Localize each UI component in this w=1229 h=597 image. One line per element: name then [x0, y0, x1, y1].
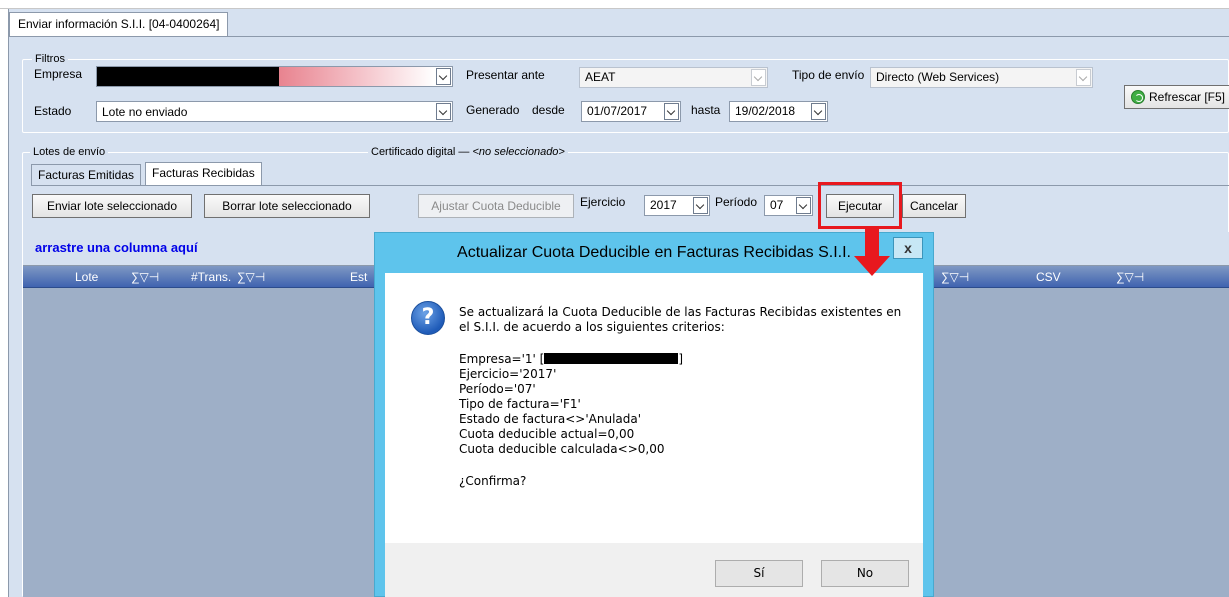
hasta-date-field[interactable]: 19/02/2018: [729, 101, 828, 122]
chevron-down-icon[interactable]: [436, 68, 451, 85]
hasta-label: hasta: [691, 103, 721, 117]
cert-legend: Certificado digital — <no seleccionado>: [368, 146, 568, 158]
empresa-combo[interactable]: [96, 66, 453, 87]
dialog-message-line-1: Se actualizará la Cuota Deducible de las…: [459, 305, 902, 319]
presentar-label: Presentar ante: [466, 68, 545, 82]
tab-facturas-recibidas[interactable]: Facturas Recibidas: [145, 162, 262, 186]
chevron-down-icon[interactable]: [1076, 69, 1091, 86]
dialog-footer: Sí No: [385, 543, 923, 597]
generado-label: Generado: [466, 103, 520, 117]
estado-value: Lote no enviado: [102, 105, 188, 119]
dialog-body: ? Se actualizará la Cuota Deducible de l…: [385, 273, 923, 543]
criteria-empresa-prefix: Empresa='1' [: [459, 352, 545, 366]
chevron-down-icon[interactable]: [436, 103, 451, 120]
chevron-down-icon[interactable]: [693, 197, 708, 214]
subtab-strip-line: [31, 185, 1229, 186]
empresa-redacted-value: [97, 67, 279, 86]
refresh-button-label: Refrescar [F5]: [1149, 90, 1226, 104]
criteria-estado-factura: Estado de factura<>'Anulada': [459, 412, 642, 426]
ejercicio-value: 2017: [650, 198, 677, 212]
top-border: [0, 0, 1229, 9]
refresh-icon: [1131, 90, 1145, 104]
tipo-envio-label: Tipo de envío: [792, 68, 865, 82]
criteria-periodo: Período='07': [459, 382, 536, 396]
ejercicio-combo[interactable]: 2017: [644, 195, 710, 216]
tab-strip-line: [9, 36, 1229, 37]
desde-label: desde: [532, 103, 565, 117]
column-trans[interactable]: #Trans.: [191, 269, 231, 285]
column-tools-icon[interactable]: ∑▽⊣: [237, 269, 265, 285]
criteria-tipo-factura: Tipo de factura='F1': [459, 397, 581, 411]
column-tools-icon[interactable]: ∑▽⊣: [131, 269, 159, 285]
refresh-button[interactable]: Refrescar [F5]: [1124, 85, 1229, 109]
empresa-label: Empresa: [34, 67, 83, 81]
criteria-empresa-suffix: ]: [678, 352, 684, 366]
cert-value: <no seleccionado>: [472, 146, 565, 158]
calendar-dropdown-icon[interactable]: [664, 103, 679, 120]
document-tab[interactable]: Enviar información S.I.I. [04-0400264]: [9, 12, 229, 36]
lotes-legend: Lotes de envío: [30, 146, 109, 158]
criteria-cuota-actual: Cuota deducible actual=0,00: [459, 427, 635, 441]
close-icon[interactable]: x: [893, 237, 923, 259]
criteria-ejercicio: Ejercicio='2017': [459, 367, 557, 381]
chevron-down-icon[interactable]: [751, 69, 766, 86]
group-by-hint: arrastre una columna aquí: [35, 240, 198, 255]
ejercicio-label: Ejercicio: [580, 195, 626, 209]
calendar-dropdown-icon[interactable]: [811, 103, 826, 120]
tab-facturas-emitidas[interactable]: Facturas Emitidas: [31, 164, 142, 186]
column-tools-icon[interactable]: ∑▽⊣: [941, 269, 969, 285]
borrar-lote-button[interactable]: Borrar lote seleccionado: [204, 194, 370, 218]
chevron-down-icon[interactable]: [796, 197, 811, 214]
periodo-value: 07: [770, 198, 784, 212]
highlight-arrow-icon: [854, 256, 890, 276]
desde-date-field[interactable]: 01/07/2017: [581, 101, 681, 122]
ajustar-cuota-button[interactable]: Ajustar Cuota Deducible: [418, 194, 574, 218]
dialog-title: Actualizar Cuota Deducible en Facturas R…: [457, 244, 851, 261]
redacted-company-name: [544, 353, 679, 364]
criteria-empresa: Empresa='1' []: [459, 352, 683, 367]
tipo-envio-combo[interactable]: Directo (Web Services): [870, 67, 1093, 88]
column-estado[interactable]: Est: [350, 269, 367, 285]
hasta-value: 19/02/2018: [735, 104, 796, 118]
tipo-envio-value: Directo (Web Services): [876, 70, 1000, 84]
cert-label: Certificado digital: [371, 146, 456, 158]
presentar-value: AEAT: [585, 70, 616, 84]
confirm-dialog: Actualizar Cuota Deducible en Facturas R…: [374, 232, 934, 597]
yes-button[interactable]: Sí: [715, 560, 803, 587]
presentar-combo[interactable]: AEAT: [579, 67, 768, 88]
column-tools-icon[interactable]: ∑▽⊣: [1116, 269, 1144, 285]
estado-label: Estado: [34, 104, 72, 118]
periodo-label: Período: [715, 195, 758, 209]
cancelar-button[interactable]: Cancelar: [902, 194, 966, 218]
criteria-cuota-calculada: Cuota deducible calculada<>0,00: [459, 442, 665, 456]
column-lote[interactable]: Lote: [75, 269, 98, 285]
column-csv[interactable]: CSV: [1036, 269, 1061, 285]
highlight-arrow-shaft: [865, 228, 879, 258]
desde-value: 01/07/2017: [587, 104, 648, 118]
periodo-combo[interactable]: 07: [764, 195, 813, 216]
confirm-question: ¿Confirma?: [459, 474, 527, 488]
question-icon: ?: [411, 301, 445, 335]
empresa-highlight: [279, 67, 434, 86]
highlight-box: [818, 182, 902, 229]
filters-legend: Filtros: [32, 53, 68, 65]
estado-combo[interactable]: Lote no enviado: [96, 101, 453, 122]
enviar-lote-button[interactable]: Enviar lote seleccionado: [32, 194, 192, 218]
dialog-message-line-2: el S.I.I. de acuerdo a los siguientes cr…: [459, 320, 725, 334]
no-button[interactable]: No: [821, 560, 909, 587]
